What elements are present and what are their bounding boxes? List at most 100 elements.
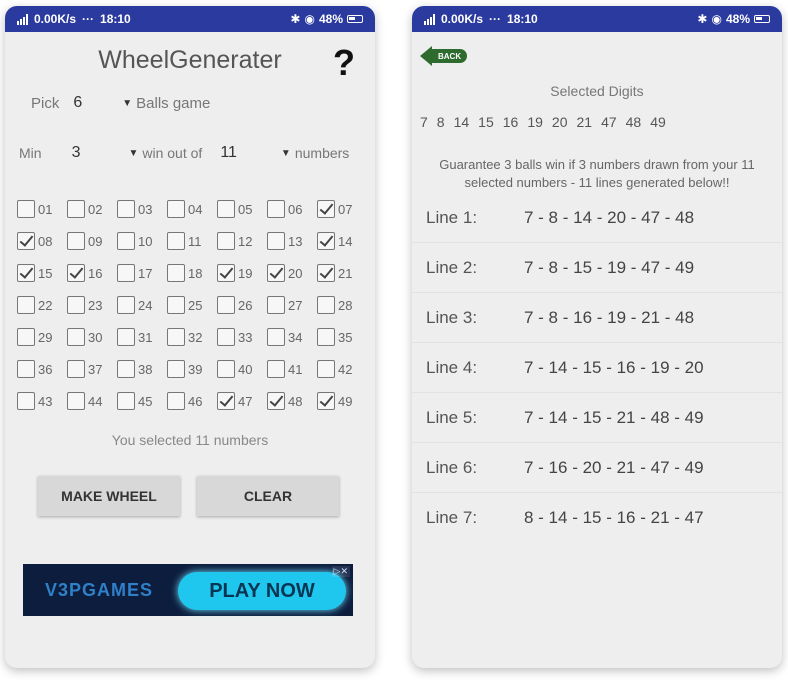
checkbox-icon[interactable] [167, 296, 185, 314]
number-checkbox-item[interactable]: 27 [267, 296, 317, 314]
number-checkbox-item[interactable]: 05 [217, 200, 267, 218]
number-checkbox-item[interactable]: 19 [217, 264, 267, 282]
checkbox-icon[interactable] [167, 200, 185, 218]
checkbox-icon[interactable] [117, 328, 135, 346]
checkbox-icon[interactable] [217, 200, 235, 218]
number-checkbox-item[interactable]: 38 [117, 360, 167, 378]
checkbox-icon[interactable] [17, 392, 35, 410]
number-checkbox-item[interactable]: 16 [67, 264, 117, 282]
checkbox-icon[interactable] [267, 232, 285, 250]
dropdown-arrow-icon[interactable]: ▼ [122, 98, 132, 109]
checkbox-icon[interactable] [317, 392, 335, 410]
number-checkbox-item[interactable]: 32 [167, 328, 217, 346]
number-checkbox-item[interactable]: 41 [267, 360, 317, 378]
min-value[interactable]: 3 [72, 144, 81, 162]
number-checkbox-item[interactable]: 47 [217, 392, 267, 410]
number-checkbox-item[interactable]: 35 [317, 328, 367, 346]
checkbox-icon[interactable] [167, 264, 185, 282]
clear-button[interactable]: CLEAR [197, 476, 339, 516]
checkbox-icon[interactable] [317, 360, 335, 378]
number-checkbox-item[interactable]: 39 [167, 360, 217, 378]
number-checkbox-item[interactable]: 17 [117, 264, 167, 282]
number-checkbox-item[interactable]: 01 [17, 200, 67, 218]
number-checkbox-item[interactable]: 44 [67, 392, 117, 410]
out-of-value[interactable]: 11 [220, 144, 237, 162]
checkbox-icon[interactable] [17, 360, 35, 378]
number-checkbox-item[interactable]: 12 [217, 232, 267, 250]
number-checkbox-item[interactable]: 28 [317, 296, 367, 314]
checkbox-icon[interactable] [17, 232, 35, 250]
checkbox-icon[interactable] [317, 264, 335, 282]
checkbox-icon[interactable] [167, 232, 185, 250]
number-checkbox-item[interactable]: 13 [267, 232, 317, 250]
number-checkbox-item[interactable]: 25 [167, 296, 217, 314]
back-button[interactable]: BACK [420, 46, 468, 66]
make-wheel-button[interactable]: MAKE WHEEL [38, 476, 180, 516]
checkbox-icon[interactable] [217, 296, 235, 314]
checkbox-icon[interactable] [317, 200, 335, 218]
number-checkbox-item[interactable]: 03 [117, 200, 167, 218]
checkbox-icon[interactable] [117, 264, 135, 282]
number-checkbox-item[interactable]: 43 [17, 392, 67, 410]
number-checkbox-item[interactable]: 37 [67, 360, 117, 378]
number-checkbox-item[interactable]: 48 [267, 392, 317, 410]
checkbox-icon[interactable] [67, 200, 85, 218]
checkbox-icon[interactable] [267, 264, 285, 282]
number-checkbox-item[interactable]: 11 [167, 232, 217, 250]
checkbox-icon[interactable] [267, 200, 285, 218]
number-checkbox-item[interactable]: 33 [217, 328, 267, 346]
number-checkbox-item[interactable]: 29 [17, 328, 67, 346]
checkbox-icon[interactable] [17, 264, 35, 282]
number-checkbox-item[interactable]: 10 [117, 232, 167, 250]
dropdown-arrow-icon[interactable]: ▼ [128, 148, 138, 159]
checkbox-icon[interactable] [67, 232, 85, 250]
checkbox-icon[interactable] [67, 264, 85, 282]
number-checkbox-item[interactable]: 14 [317, 232, 367, 250]
game-type-select[interactable]: Balls game [136, 95, 210, 112]
checkbox-icon[interactable] [67, 296, 85, 314]
ad-play-button[interactable]: PLAY NOW [178, 572, 346, 610]
checkbox-icon[interactable] [317, 232, 335, 250]
number-checkbox-item[interactable]: 36 [17, 360, 67, 378]
number-checkbox-item[interactable]: 31 [117, 328, 167, 346]
checkbox-icon[interactable] [167, 392, 185, 410]
checkbox-icon[interactable] [117, 392, 135, 410]
number-checkbox-item[interactable]: 06 [267, 200, 317, 218]
dropdown-arrow-icon[interactable]: ▼ [281, 148, 291, 159]
ad-banner[interactable]: V3PGAMES PLAY NOW ▷✕ [23, 564, 353, 616]
number-checkbox-item[interactable]: 20 [267, 264, 317, 282]
checkbox-icon[interactable] [267, 328, 285, 346]
checkbox-icon[interactable] [117, 200, 135, 218]
checkbox-icon[interactable] [217, 328, 235, 346]
checkbox-icon[interactable] [217, 360, 235, 378]
pick-value[interactable]: 6 [73, 94, 82, 112]
checkbox-icon[interactable] [17, 200, 35, 218]
number-checkbox-item[interactable]: 08 [17, 232, 67, 250]
checkbox-icon[interactable] [117, 232, 135, 250]
checkbox-icon[interactable] [167, 360, 185, 378]
number-checkbox-item[interactable]: 24 [117, 296, 167, 314]
checkbox-icon[interactable] [317, 328, 335, 346]
number-checkbox-item[interactable]: 40 [217, 360, 267, 378]
checkbox-icon[interactable] [167, 328, 185, 346]
checkbox-icon[interactable] [217, 232, 235, 250]
number-checkbox-item[interactable]: 46 [167, 392, 217, 410]
number-checkbox-item[interactable]: 45 [117, 392, 167, 410]
ad-close-icon[interactable]: ▷✕ [331, 566, 350, 577]
number-checkbox-item[interactable]: 04 [167, 200, 217, 218]
number-checkbox-item[interactable]: 34 [267, 328, 317, 346]
number-checkbox-item[interactable]: 09 [67, 232, 117, 250]
number-checkbox-item[interactable]: 23 [67, 296, 117, 314]
number-checkbox-item[interactable]: 07 [317, 200, 367, 218]
number-checkbox-item[interactable]: 26 [217, 296, 267, 314]
number-checkbox-item[interactable]: 02 [67, 200, 117, 218]
checkbox-icon[interactable] [267, 392, 285, 410]
checkbox-icon[interactable] [267, 296, 285, 314]
checkbox-icon[interactable] [67, 328, 85, 346]
number-checkbox-item[interactable]: 49 [317, 392, 367, 410]
number-checkbox-item[interactable]: 21 [317, 264, 367, 282]
checkbox-icon[interactable] [117, 296, 135, 314]
number-checkbox-item[interactable]: 18 [167, 264, 217, 282]
number-checkbox-item[interactable]: 30 [67, 328, 117, 346]
number-checkbox-item[interactable]: 15 [17, 264, 67, 282]
